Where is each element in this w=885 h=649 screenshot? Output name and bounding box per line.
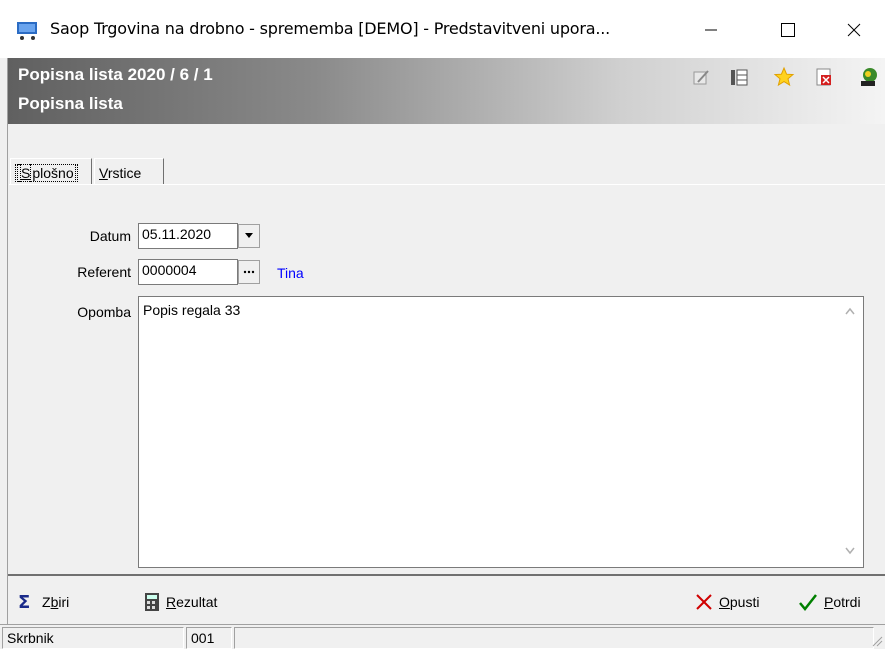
scroll-down-icon[interactable] [845,547,855,555]
datum-label: Datum [89,228,131,244]
window-left-border [0,58,8,648]
window-title: Saop Trgovina na drobno - sprememba [DEM… [50,19,611,38]
status-bar: Skrbnik 001 [0,624,885,649]
referent-label: Referent [77,264,131,280]
minimize-button[interactable] [688,8,734,52]
document-subtitle: Popisna lista [18,94,123,113]
status-user: Skrbnik [2,627,184,649]
datum-field[interactable]: 05.11.2020 [138,223,238,249]
opomba-scrollbar[interactable] [837,297,863,567]
opusti-button[interactable]: Opusti [695,590,759,614]
star-icon[interactable] [773,66,795,88]
footer-divider [8,574,885,576]
ellipsis-icon [243,270,255,274]
potrdi-button[interactable]: Potrdi [798,590,861,614]
status-code: 001 [186,627,232,649]
potrdi-label: Potrdi [824,594,861,610]
tab-splosno-label: Splošno [15,164,78,182]
calculator-icon [145,593,159,611]
document-title: Popisna lista 2020 / 6 / 1 [18,65,213,84]
resize-grip-icon[interactable] [871,635,883,647]
referent-name: Tina [277,265,304,281]
tab-vrstice-label: Vrstice [99,165,142,181]
chevron-down-icon [245,233,253,238]
rezultat-label: Rezultat [166,594,218,610]
window-titlebar: Saop Trgovina na drobno - sprememba [DEM… [0,0,885,58]
svg-text:Σ: Σ [18,594,30,610]
opomba-label: Opomba [77,304,131,320]
columns-icon[interactable] [728,66,750,88]
zbiri-label: Zbiri [42,594,70,610]
tab-vrstice[interactable]: Vrstice [94,158,164,184]
document-header: Popisna lista 2020 / 6 / 1 Popisna lista [8,58,885,124]
opomba-text: Popis regala 33 [143,302,241,318]
edit-icon[interactable] [690,66,712,88]
maximize-icon [781,23,795,37]
opusti-label: Opusti [719,594,760,610]
tab-divider [9,184,885,185]
status-message [234,627,874,649]
cancel-x-icon [696,594,712,610]
rezultat-button[interactable]: Rezultat [144,590,217,614]
referent-field[interactable]: 0000004 [138,259,238,285]
maximize-button[interactable] [765,8,811,52]
referent-browse-button[interactable] [238,260,260,284]
shopping-cart-icon [17,22,37,40]
scroll-up-icon[interactable] [845,307,855,315]
checkmark-icon [799,594,817,611]
delete-doc-icon[interactable] [813,66,835,88]
sigma-icon: Σ [18,594,30,610]
opomba-textarea[interactable]: Popis regala 33 [138,296,864,568]
close-button[interactable] [831,8,877,52]
zbiri-button[interactable]: Σ Zbiri [18,590,69,614]
person-help-icon[interactable] [858,66,880,88]
close-icon [847,23,861,37]
tab-splosno[interactable]: Splošno [10,158,92,184]
datum-dropdown-button[interactable] [238,224,260,248]
minimize-icon [705,29,717,31]
